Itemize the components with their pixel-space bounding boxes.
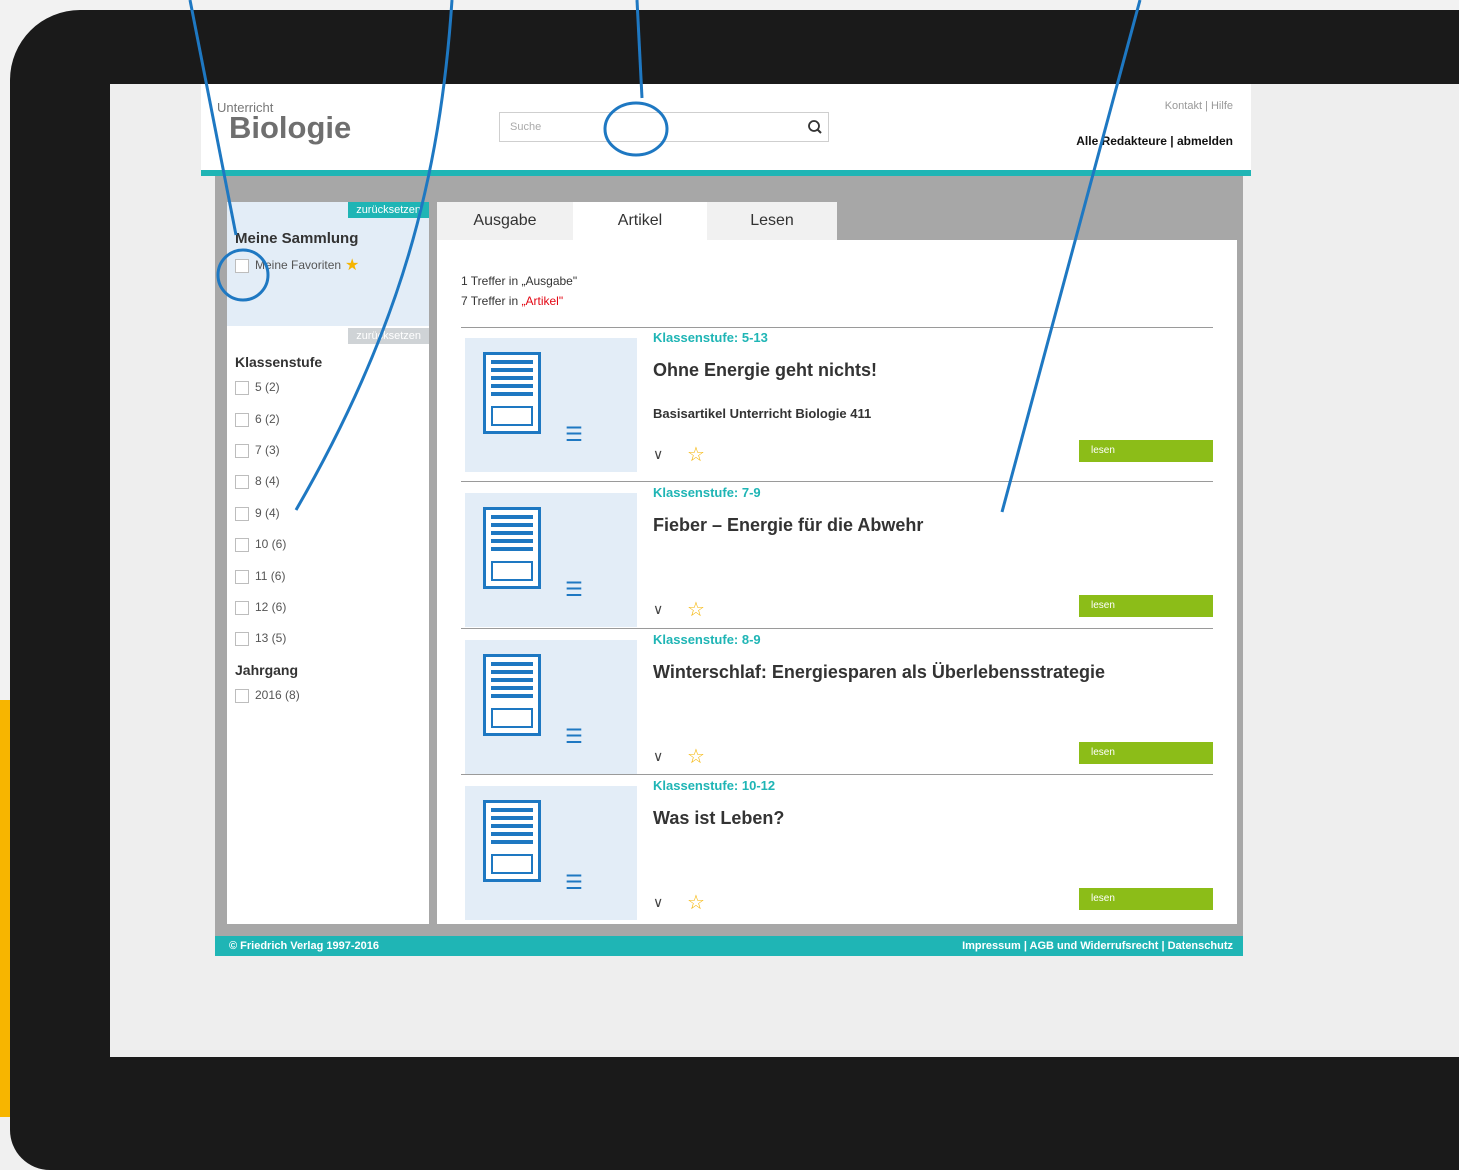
annotation-line [635,0,644,99]
annotation-line [294,0,454,511]
annotation-circle [603,101,669,157]
annotation-line [1000,0,1142,513]
annotation-overlay [188,0,1142,513]
annotation-line [188,0,238,236]
annotation-circle [216,248,270,302]
